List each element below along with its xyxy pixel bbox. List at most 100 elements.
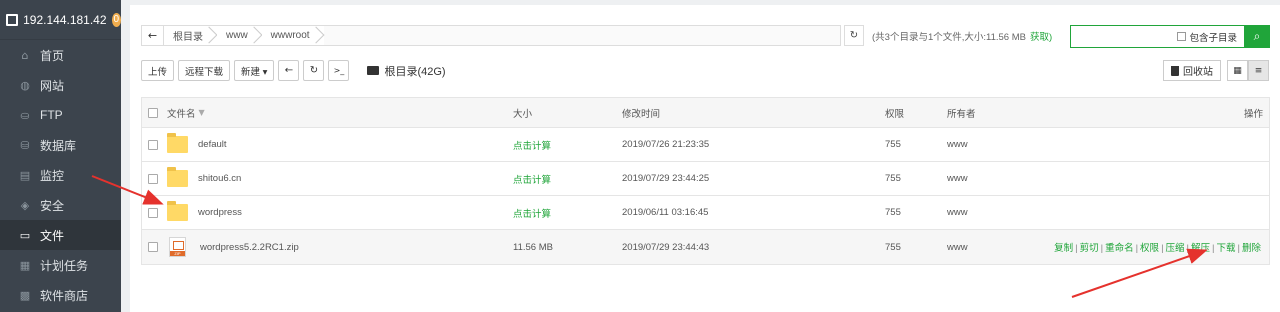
summary-fetch-link[interactable]: 获取) [1030,32,1052,43]
op-rename[interactable]: 重命名 [1105,243,1134,254]
file-name-cell[interactable]: wordpress [167,201,242,221]
select-all-checkbox[interactable] [148,107,158,118]
back-arrow-icon[interactable]: ← [278,60,300,81]
calc-size-link[interactable]: 点击计算 [513,138,551,152]
op-permission[interactable]: 权限 [1140,243,1159,254]
separator: | [1186,243,1190,254]
sidebar-item-home[interactable]: ⌂ 首页 [0,40,121,70]
sidebar-item-store[interactable]: ▩ 软件商店 [0,280,121,310]
file-name-cell[interactable]: shitou6.cn [167,167,241,187]
op-extract[interactable]: 解压 [1191,243,1210,254]
permission[interactable]: 755 [885,139,901,150]
op-download[interactable]: 下载 [1217,243,1236,254]
file-name[interactable]: default [198,139,227,150]
sidebar-item-security[interactable]: ◈ 安全 [0,190,121,220]
modified-time: 2019/07/26 21:23:35 [622,139,710,150]
search-button[interactable]: ⌕ [1244,25,1270,48]
owner: www [947,241,968,253]
row-operations: 复制 | 剪切 | 重命名 | 权限 | 压缩 | 解压 | 下载 | 删除 [1054,240,1261,254]
sidebar-item-label: 网站 [40,78,65,93]
sidebar: 192.144.181.42 0 ⌂ 首页 ◍ 网站 ⛀ FTP ⛁ 数据库 ▤ 监控 ◈… [0,0,121,312]
grid-view-icon[interactable]: ▦ [1227,60,1248,81]
server-header[interactable]: 192.144.181.42 0 [0,0,121,40]
new-dropdown-button[interactable]: 新建 ▾ [234,60,275,81]
sidebar-item-files[interactable]: ▭ 文件 [0,220,121,250]
header-owner: 所有者 [947,108,976,120]
op-copy[interactable]: 复制 [1054,243,1073,254]
breadcrumb-www[interactable]: www [217,26,262,45]
op-delete[interactable]: 删除 [1242,243,1261,254]
monitor-chart-icon: ▤ [19,168,31,182]
home-icon: ⌂ [21,48,29,62]
refresh-icon[interactable]: ↻ [303,60,325,81]
disk-label: 根目录(42G) [384,65,446,78]
remote-download-button[interactable]: 远程下载 [178,60,231,81]
op-cut[interactable]: 剪切 [1080,243,1099,254]
search-input[interactable]: 包含子目录 [1070,25,1246,48]
file-name-cell[interactable]: default [167,133,227,153]
calc-size-link[interactable]: 点击计算 [513,206,551,220]
recycle-bin-button[interactable]: 回收站 [1163,60,1221,81]
file-manager-panel: ← 根目录 www wwwroot ↻ (共3个目录与1个文件,大小:11.56… [130,5,1280,312]
table-row[interactable]: wordpress 点击计算 2019/06/11 03:16:45 755 w… [142,196,1269,230]
sidebar-item-label: 安全 [40,198,65,213]
sidebar-item-database[interactable]: ⛁ 数据库 [0,130,121,160]
notification-badge[interactable]: 0 [111,12,121,27]
file-name-cell[interactable]: wordpress5.2.2RC1.zip [167,237,299,257]
calc-size-link[interactable]: 点击计算 [513,172,551,186]
file-name[interactable]: wordpress [198,207,242,218]
owner: www [947,139,968,150]
separator: | [1100,243,1104,254]
list-view-icon[interactable]: ≡ [1248,60,1269,81]
modified-time: 2019/07/29 23:44:43 [622,241,710,253]
file-name[interactable]: shitou6.cn [198,173,241,184]
row-checkbox[interactable] [148,207,158,218]
file-name[interactable]: wordpress5.2.2RC1.zip [200,242,299,253]
sidebar-item-label: 计划任务 [40,258,89,273]
sort-icon: ▼ [198,108,205,117]
permission[interactable]: 755 [885,173,901,184]
folder-icon [167,167,188,187]
owner: www [947,207,968,218]
path-bar[interactable]: ← 根目录 www wwwroot [141,25,841,46]
include-subdir-checkbox[interactable] [1177,32,1187,41]
apps-icon: ▩ [19,288,31,302]
op-compress[interactable]: 压缩 [1166,243,1185,254]
row-checkbox[interactable] [148,173,158,184]
separator: | [1161,243,1164,254]
separator: | [1212,243,1215,254]
path-refresh-button[interactable]: ↻ [844,25,864,46]
header-time[interactable]: 修改时间 [622,106,660,120]
ftp-icon: ⛀ [20,108,30,122]
table-row[interactable]: shitou6.cn 点击计算 2019/07/29 23:44:25 755 … [142,162,1269,196]
upload-button[interactable]: 上传 [141,60,175,81]
drive-icon [367,66,380,75]
sidebar-item-website[interactable]: ◍ 网站 [0,70,121,100]
search-icon: ⌕ [1253,29,1261,43]
breadcrumb-wwwroot[interactable]: wwwroot [261,26,324,45]
table-row[interactable]: wordpress5.2.2RC1.zip 11.56 MB 2019/07/2… [142,230,1269,264]
disk-info[interactable]: 根目录(42G) [367,63,446,79]
database-icon: ⛁ [20,138,30,152]
permission[interactable]: 755 [885,207,901,218]
server-ip: 192.144.181.42 [23,12,107,27]
folder-icon: ▭ [19,228,31,242]
path-back-button[interactable]: ← [142,26,164,45]
table-row[interactable]: default 点击计算 2019/07/26 21:23:35 755 www [142,128,1269,162]
monitor-icon [6,13,19,26]
separator: | [1237,243,1240,254]
separator: | [1135,243,1139,254]
row-checkbox[interactable] [148,242,158,252]
terminal-icon[interactable]: >_ [328,60,350,81]
sidebar-item-ftp[interactable]: ⛀ FTP [0,100,121,130]
sidebar-item-monitor[interactable]: ▤ 监控 [0,160,121,190]
row-checkbox[interactable] [148,139,158,150]
permission[interactable]: 755 [885,242,901,253]
toolbar: 上传 远程下载 新建 ▾ ← ↻ >_ 根目录(42G) [141,60,446,81]
header-name[interactable]: 文件名 ▼ [167,106,205,120]
sidebar-item-label: 首页 [40,48,65,63]
breadcrumb-root[interactable]: 根目录 [164,26,217,45]
folder-icon [167,133,188,153]
sidebar-item-cron[interactable]: ▦ 计划任务 [0,250,121,280]
header-size[interactable]: 大小 [513,106,532,120]
